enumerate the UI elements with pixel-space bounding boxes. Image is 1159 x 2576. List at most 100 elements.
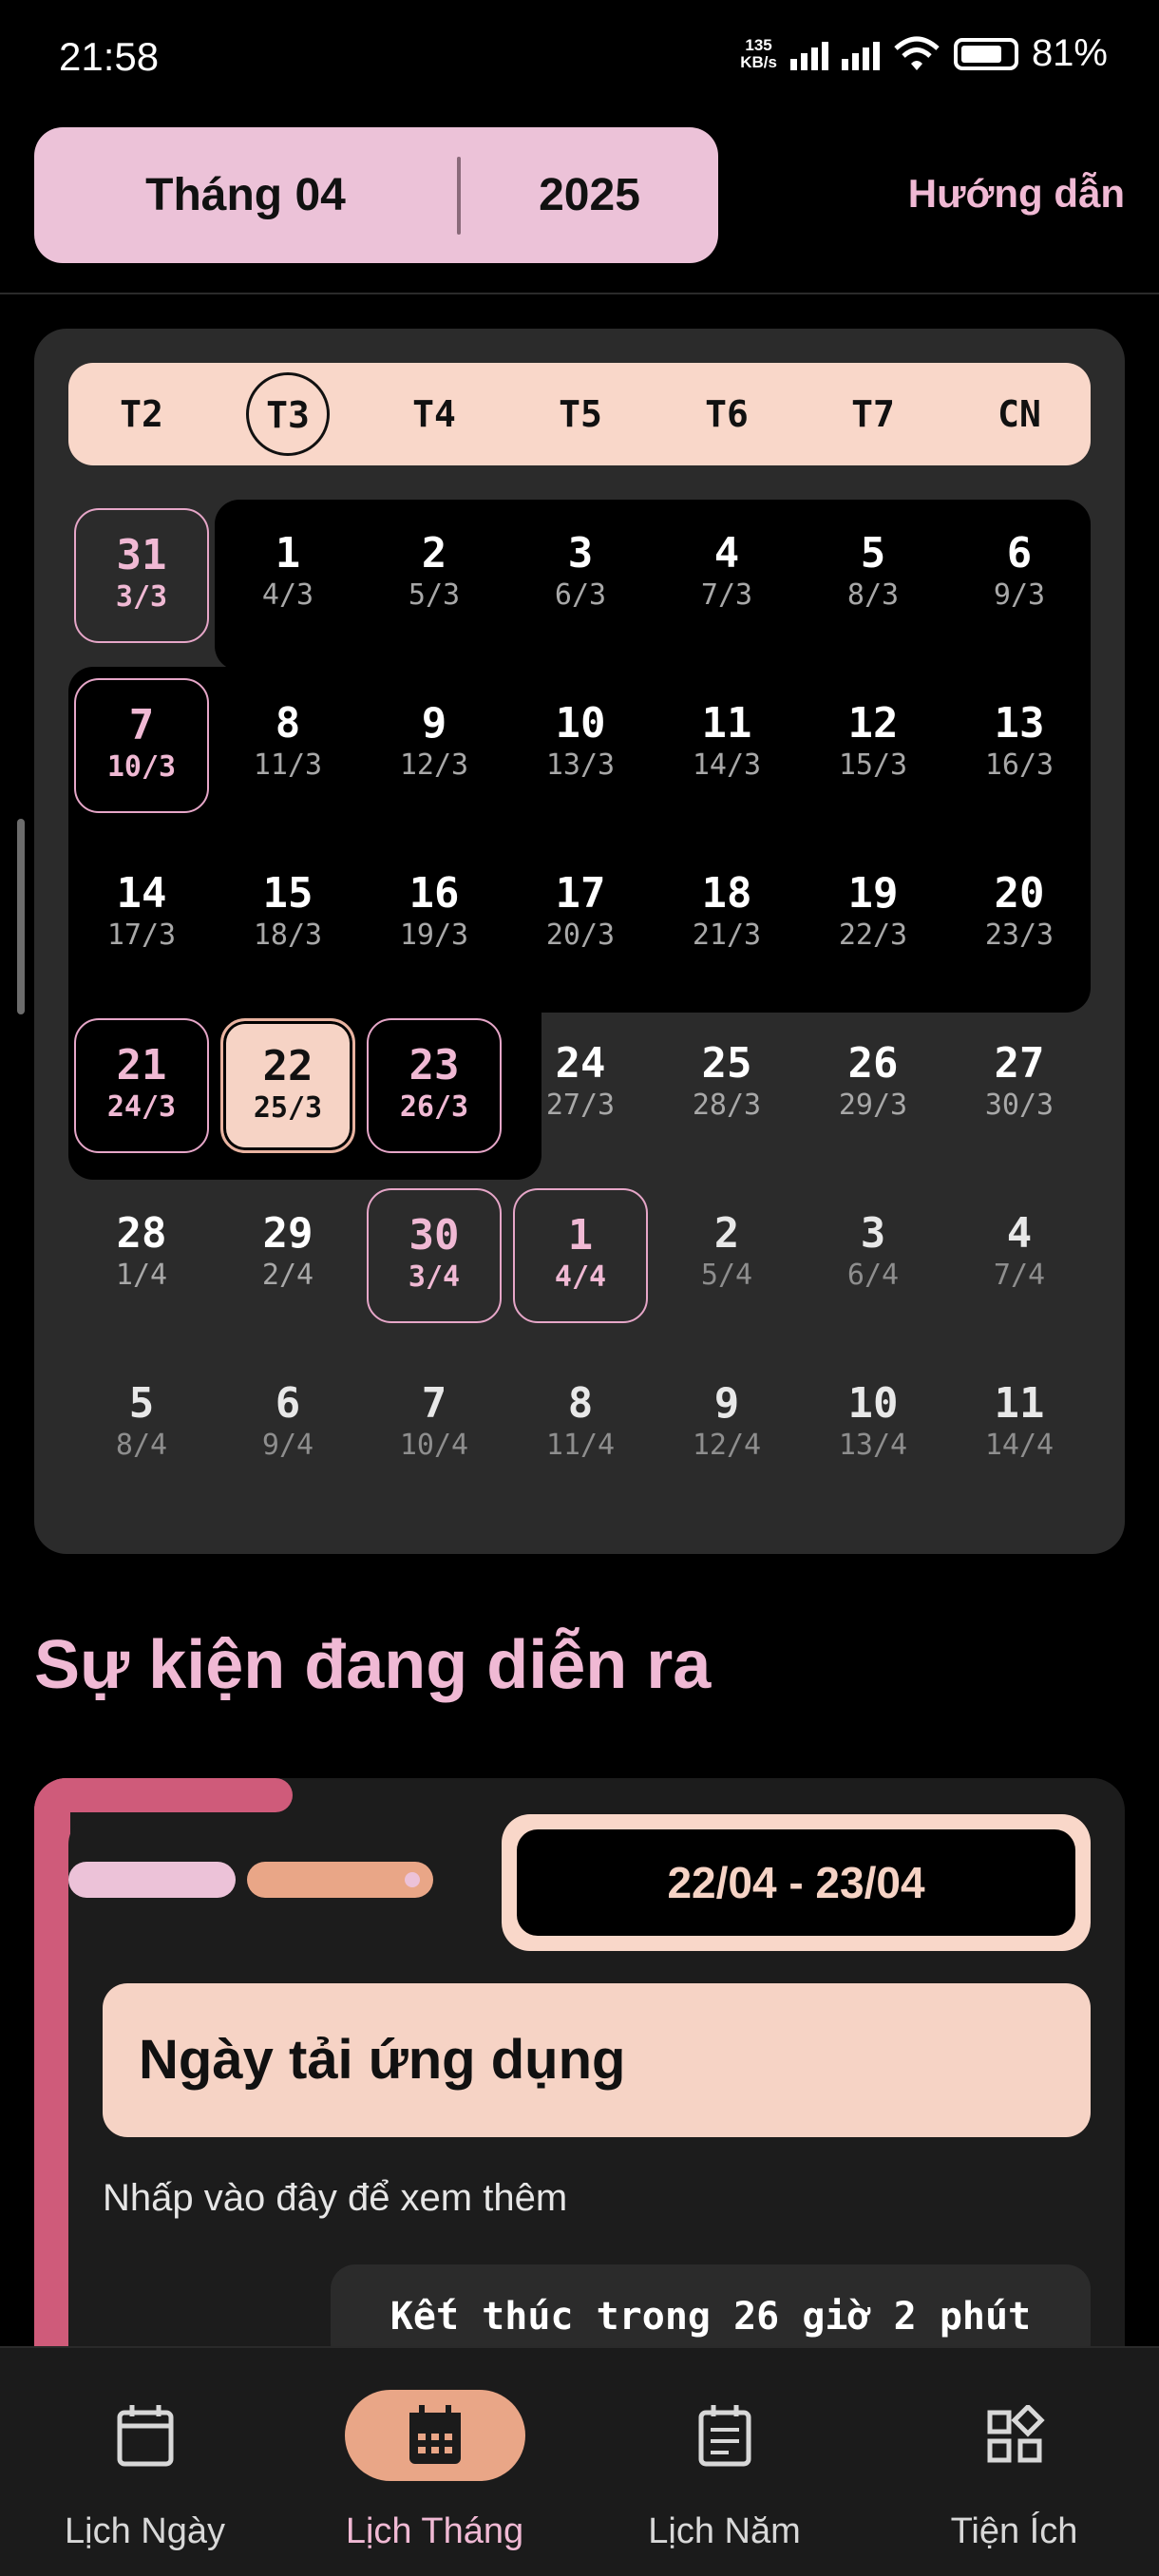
calendar-day-cell[interactable]: 17 20/3 — [513, 848, 648, 983]
nav-item-year[interactable]: Lịch Năm — [580, 2348, 869, 2576]
lunar-date: 4/3 — [261, 578, 314, 612]
calendar-day-cell[interactable]: 20 23/3 — [952, 848, 1087, 983]
calendar-day-cell[interactable]: 23 26/3 — [367, 1018, 502, 1153]
calendar-day-cell[interactable]: 1 4/4 — [513, 1188, 648, 1323]
solar-date: 3 — [860, 1209, 886, 1258]
solar-date: 5 — [860, 529, 886, 578]
calendar-day-cell[interactable]: 3 6/3 — [513, 508, 648, 643]
month-label[interactable]: Tháng 04 — [34, 169, 457, 221]
scrollbar[interactable] — [17, 819, 25, 1014]
lunar-date: 18/3 — [253, 919, 323, 952]
calendar-day-cell[interactable]: 19 22/3 — [806, 848, 940, 983]
calendar-day-cell[interactable]: 5 8/3 — [806, 508, 940, 643]
calendar-day-cell[interactable]: 7 10/4 — [367, 1358, 502, 1493]
lunar-date: 3/4 — [408, 1260, 461, 1294]
calendar-day-cell[interactable]: 26 29/3 — [806, 1018, 940, 1153]
lunar-date: 8/4 — [115, 1429, 168, 1462]
lunar-date: 19/3 — [399, 919, 469, 952]
calendar-day-cell[interactable]: 6 9/4 — [220, 1358, 355, 1493]
calendar-day-cell[interactable]: 12 15/3 — [806, 678, 940, 813]
calendar-day-cell[interactable]: 27 30/3 — [952, 1018, 1087, 1153]
calendar-day-cell[interactable]: 25 28/3 — [659, 1018, 794, 1153]
solar-date: 22 — [262, 1042, 314, 1090]
month-calendar: T2 T3 T4 T5 T6 T7 CN 31 3/3 1 4/3 2 5/3 3 6/3 4 7/3 5 8/3… — [34, 329, 1125, 1554]
calendar-day-cell[interactable]: 1 4/3 — [220, 508, 355, 643]
nav-icon-wrap — [344, 2390, 525, 2481]
event-date-range-text: 22/04 - 23/04 — [517, 1829, 1075, 1936]
bottom-nav: Lịch Ngày Lịch Tháng Lịch Năm Tiện Ích — [0, 2346, 1159, 2576]
network-speed-unit: KB/s — [740, 52, 777, 71]
lunar-date: 13/4 — [838, 1429, 908, 1462]
calendar-day-cell[interactable]: 4 7/3 — [659, 508, 794, 643]
nav-item-day[interactable]: Lịch Ngày — [0, 2348, 290, 2576]
calendar-day-cell[interactable]: 9 12/3 — [367, 678, 502, 813]
calendar-day-cell[interactable]: 2 5/3 — [367, 508, 502, 643]
header-divider — [0, 293, 1159, 294]
lunar-date: 25/3 — [253, 1091, 323, 1125]
lunar-date: 9/3 — [993, 578, 1046, 612]
solar-date: 8 — [567, 1379, 594, 1428]
weekday-label: T6 — [705, 393, 749, 435]
widgets-icon — [987, 2405, 1045, 2463]
lunar-date: 8/3 — [846, 578, 900, 612]
lunar-date: 11/4 — [545, 1429, 616, 1462]
lunar-date: 9/4 — [261, 1429, 314, 1462]
status-time: 21:58 — [59, 34, 160, 79]
status-bar: 21:58 135 KB/s 81% — [0, 0, 1159, 114]
calendar-day-cell[interactable]: 3 6/4 — [806, 1188, 940, 1323]
calendar-day-cell[interactable]: 10 13/3 — [513, 678, 648, 813]
event-name[interactable]: Ngày tải ứng dụng — [103, 1983, 1091, 2137]
lunar-date: 16/3 — [984, 748, 1054, 782]
network-speed: 135 KB/s — [740, 35, 777, 71]
calendar-day-cell[interactable]: 22 25/3 — [220, 1018, 355, 1153]
nav-item-widgets[interactable]: Tiện Ích — [869, 2348, 1159, 2576]
solar-date: 30 — [408, 1211, 460, 1260]
lunar-date: 5/4 — [700, 1259, 753, 1292]
calendar-day-cell[interactable]: 24 27/3 — [513, 1018, 648, 1153]
solar-date: 27 — [994, 1039, 1045, 1088]
solar-date: 2 — [421, 529, 447, 578]
calendar-day-cell[interactable]: 31 3/3 — [74, 508, 209, 643]
calendar-day-cell[interactable]: 29 2/4 — [220, 1188, 355, 1323]
lunar-date: 6/4 — [846, 1259, 900, 1292]
network-speed-value: 135 — [745, 35, 772, 54]
lunar-date: 7/3 — [700, 578, 753, 612]
calendar-day-cell[interactable]: 15 18/3 — [220, 848, 355, 983]
calendar-day-cell[interactable]: 8 11/3 — [220, 678, 355, 813]
calendar-day-cell[interactable]: 5 8/4 — [74, 1358, 209, 1493]
calendar-day-cell[interactable]: 8 11/4 — [513, 1358, 648, 1493]
calendar-day-cell[interactable]: 9 12/4 — [659, 1358, 794, 1493]
calendar-day-cell[interactable]: 2 5/4 — [659, 1188, 794, 1323]
calendar-day-cell[interactable]: 13 16/3 — [952, 678, 1087, 813]
solar-date: 4 — [713, 529, 740, 578]
lunar-date: 11/3 — [253, 748, 323, 782]
nav-icon-wrap — [55, 2390, 236, 2481]
calendar-day-cell[interactable]: 6 9/3 — [952, 508, 1087, 643]
calendar-day-cell[interactable]: 21 24/3 — [74, 1018, 209, 1153]
calendar-day-cell[interactable]: 14 17/3 — [74, 848, 209, 983]
nav-label: Lịch Ngày — [65, 2511, 225, 2551]
year-label[interactable]: 2025 — [461, 169, 718, 221]
calendar-day-cell[interactable]: 4 7/4 — [952, 1188, 1087, 1323]
lunar-date: 5/3 — [408, 578, 461, 612]
weekday-t7: T7 — [800, 363, 946, 465]
calendar-day-cell[interactable]: 28 1/4 — [74, 1188, 209, 1323]
lunar-date: 28/3 — [692, 1089, 762, 1122]
calendar-day-cell[interactable]: 30 3/4 — [367, 1188, 502, 1323]
lunar-date: 23/3 — [984, 919, 1054, 952]
calendar-day-cell[interactable]: 11 14/3 — [659, 678, 794, 813]
calendar-day-cell[interactable]: 11 14/4 — [952, 1358, 1087, 1493]
solar-date: 21 — [116, 1041, 167, 1089]
solar-date: 12 — [847, 699, 899, 748]
calendar-day-cell[interactable]: 16 19/3 — [367, 848, 502, 983]
nav-icon-wrap — [924, 2390, 1105, 2481]
month-year-selector[interactable]: Tháng 04 2025 — [34, 127, 718, 263]
nav-item-month[interactable]: Lịch Tháng — [290, 2348, 580, 2576]
solar-date: 28 — [116, 1209, 167, 1258]
calendar-day-cell[interactable]: 18 21/3 — [659, 848, 794, 983]
calendar-day-cell[interactable]: 10 13/4 — [806, 1358, 940, 1493]
event-accent-bar — [34, 1778, 70, 2443]
event-description[interactable]: Nhấp vào đây để xem thêm — [103, 2177, 567, 2220]
guide-link[interactable]: Hướng dẫn — [908, 171, 1125, 217]
calendar-day-cell[interactable]: 7 10/3 — [74, 678, 209, 813]
